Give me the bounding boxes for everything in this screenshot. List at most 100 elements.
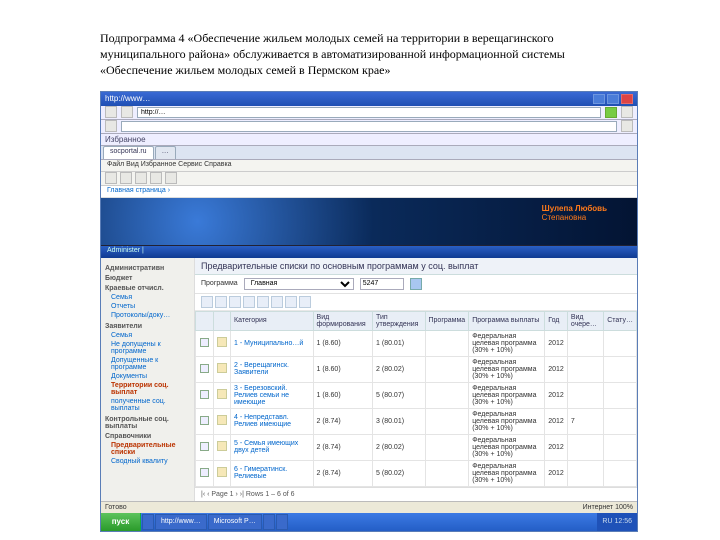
sidebar-item[interactable]: Допущенные к программе xyxy=(105,356,190,372)
filter-go-button[interactable] xyxy=(410,278,422,290)
tools-icon[interactable] xyxy=(165,172,177,184)
toolbar-icon[interactable] xyxy=(271,296,283,308)
taskbar-item[interactable] xyxy=(276,514,288,530)
cell-tu: 5 (80.07) xyxy=(373,382,425,408)
row-edit-icon[interactable] xyxy=(214,460,231,486)
toolbar-icon[interactable] xyxy=(257,296,269,308)
system-tray[interactable]: RU 12:56 xyxy=(597,513,637,531)
table-row[interactable]: 2 - Верещагинск. Заявители1 (8.60)2 (80.… xyxy=(196,356,637,382)
window-title: http://www… xyxy=(105,94,150,103)
taskbar: пуск http://www…Microsoft P… RU 12:56 xyxy=(101,513,637,531)
ie-menubar[interactable]: Файл Вид Избранное Сервис Справка xyxy=(101,160,637,172)
pager[interactable]: |‹ ‹ Page 1 › ›| Rows 1 – 6 of 6 xyxy=(195,487,637,501)
column-header[interactable]: Категория xyxy=(231,311,314,330)
column-header[interactable] xyxy=(196,311,214,330)
sidebar-item[interactable]: Территории соц. выплат xyxy=(105,381,190,397)
cell-category[interactable]: 3 - Березовский. Релиев семьи не имеющие xyxy=(231,382,314,408)
sidebar-item[interactable]: Протоколы/доку… xyxy=(105,311,190,320)
toolbar-icon[interactable] xyxy=(229,296,241,308)
refresh-icon[interactable] xyxy=(621,120,633,132)
row-edit-icon[interactable] xyxy=(214,382,231,408)
breadcrumb[interactable]: Главная страница › xyxy=(101,186,637,198)
program-select[interactable]: Главная xyxy=(244,278,354,290)
row-edit-icon[interactable] xyxy=(214,330,231,356)
row-edit-icon[interactable] xyxy=(214,434,231,460)
address-bar[interactable] xyxy=(137,107,601,118)
column-header[interactable]: Тип утверждения xyxy=(373,311,425,330)
row-checkbox[interactable] xyxy=(196,460,214,486)
sidebar-item[interactable]: Не допущены к программе xyxy=(105,340,190,356)
code-input[interactable] xyxy=(360,278,404,290)
filter-label: Программа xyxy=(201,280,238,287)
taskbar-item[interactable]: Microsoft P… xyxy=(208,514,262,530)
row-checkbox[interactable] xyxy=(196,330,214,356)
toolbar-icon[interactable] xyxy=(243,296,255,308)
column-header[interactable]: Стату… xyxy=(604,311,637,330)
close-button[interactable] xyxy=(621,94,633,104)
secondary-address[interactable] xyxy=(121,121,617,132)
taskbar-item[interactable]: http://www… xyxy=(155,514,207,530)
page-title: Предварительные списки по основным прогр… xyxy=(195,258,637,275)
column-header[interactable]: Вид формирования xyxy=(313,311,373,330)
page-icon[interactable] xyxy=(150,172,162,184)
sidebar-item[interactable]: Документы xyxy=(105,372,190,381)
ie-toolbar xyxy=(101,172,637,186)
table-row[interactable]: 6 - Гимератинск. Релиевые2 (8.74)5 (80.0… xyxy=(196,460,637,486)
sidebar-item[interactable]: Отчеты xyxy=(105,302,190,311)
row-checkbox[interactable] xyxy=(196,434,214,460)
column-header[interactable]: Программа выплаты xyxy=(469,311,545,330)
cell-s xyxy=(604,330,637,356)
sidebar-item[interactable]: Сводный квалиту xyxy=(105,457,190,466)
taskbar-item[interactable] xyxy=(142,514,154,530)
cell-pv: Федеральная целевая программа (30% + 10%… xyxy=(469,408,545,434)
table-row[interactable]: 1 - Муниципально…й1 (8.60)1 (80.01)Федер… xyxy=(196,330,637,356)
toolbar-icon[interactable] xyxy=(299,296,311,308)
column-header[interactable]: Программа xyxy=(425,311,469,330)
row-checkbox[interactable] xyxy=(196,356,214,382)
table-row[interactable]: 3 - Березовский. Релиев семьи не имеющие… xyxy=(196,382,637,408)
row-checkbox[interactable] xyxy=(196,382,214,408)
cell-category[interactable]: 5 - Семья имеющих двух детей xyxy=(231,434,314,460)
forward-button[interactable] xyxy=(121,106,133,118)
tab-active[interactable]: socportal.ru xyxy=(103,146,154,159)
home-icon[interactable] xyxy=(105,172,117,184)
table-row[interactable]: 4 - Непредставл. Релиев имеющие2 (8.74)3… xyxy=(196,408,637,434)
toolbar-icon[interactable] xyxy=(201,296,213,308)
cell-category[interactable]: 1 - Муниципально…й xyxy=(231,330,314,356)
table-row[interactable]: 5 - Семья имеющих двух детей2 (8.74)2 (8… xyxy=(196,434,637,460)
minimize-button[interactable] xyxy=(593,94,605,104)
cell-s xyxy=(604,408,637,434)
sidebar-item[interactable]: полученные соц. выплаты xyxy=(105,397,190,413)
cell-category[interactable]: 2 - Верещагинск. Заявители xyxy=(231,356,314,382)
print-icon[interactable] xyxy=(135,172,147,184)
cell-v xyxy=(567,330,603,356)
row-edit-icon[interactable] xyxy=(214,408,231,434)
go-button[interactable] xyxy=(605,107,617,118)
nav-icon[interactable] xyxy=(105,120,117,132)
sidebar-item[interactable]: Семья xyxy=(105,331,190,340)
sidebar-item[interactable]: Предварительные списки xyxy=(105,441,190,457)
sidebar: АдминистративнБюджетКраевые отчисл.Семья… xyxy=(101,258,195,501)
column-header[interactable]: Год xyxy=(545,311,568,330)
tab-inactive[interactable]: … xyxy=(155,146,176,159)
feed-icon[interactable] xyxy=(120,172,132,184)
cell-pv: Федеральная целевая программа (30% + 10%… xyxy=(469,356,545,382)
column-header[interactable]: Вид очере… xyxy=(567,311,603,330)
back-button[interactable] xyxy=(105,106,117,118)
toolbar-icon[interactable] xyxy=(215,296,227,308)
row-edit-icon[interactable] xyxy=(214,356,231,382)
row-checkbox[interactable] xyxy=(196,408,214,434)
toolbar-icon[interactable] xyxy=(285,296,297,308)
search-icon[interactable] xyxy=(621,106,633,118)
sidebar-item[interactable]: Семья xyxy=(105,293,190,302)
sidebar-item: Контрольные соц. выплаты xyxy=(105,416,190,430)
cell-year: 2012 xyxy=(545,382,568,408)
favorites-bar[interactable]: Избранное xyxy=(101,134,637,146)
cell-category[interactable]: 4 - Непредставл. Релиев имеющие xyxy=(231,408,314,434)
start-button[interactable]: пуск xyxy=(101,513,141,531)
taskbar-item[interactable] xyxy=(263,514,275,530)
banner-menu[interactable]: Administer | xyxy=(101,246,637,258)
maximize-button[interactable] xyxy=(607,94,619,104)
column-header[interactable] xyxy=(214,311,231,330)
cell-category[interactable]: 6 - Гимератинск. Релиевые xyxy=(231,460,314,486)
